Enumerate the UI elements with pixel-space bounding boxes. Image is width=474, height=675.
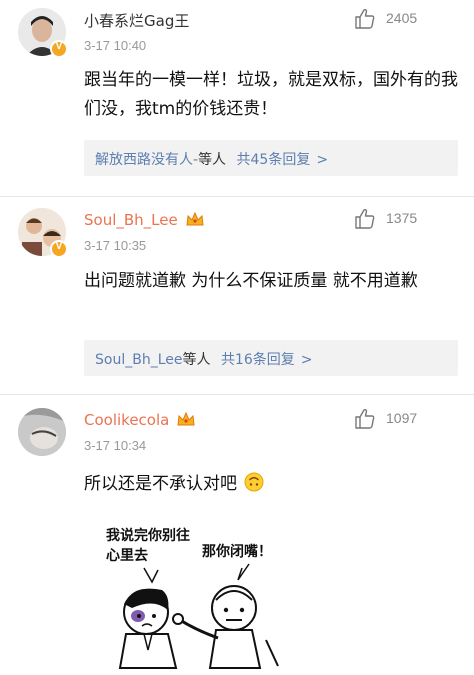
meme-image[interactable]: 我说完你别往心里去 那你闭嘴！ <box>84 520 304 670</box>
timestamp: 3-17 10:40 <box>84 38 147 53</box>
timestamp: 3-17 10:35 <box>84 238 147 253</box>
crown-icon <box>185 212 204 226</box>
thumbs-up-icon <box>355 8 375 29</box>
comment-text: 跟当年的一模一样！垃圾，就是双标，国外有的我们没，我tm的价钱还贵！ <box>84 70 458 119</box>
reply-names[interactable]: 解放西路没有人- <box>95 152 198 168</box>
like-button[interactable]: 1375 <box>354 208 464 230</box>
reply-suffix: 等人 <box>182 352 211 368</box>
reply-names[interactable]: Soul_Bh_Lee <box>95 352 182 368</box>
reply-summary[interactable]: 解放西路没有人-等人 共45条回复 > <box>84 140 458 176</box>
crown-icon <box>177 412 195 426</box>
avatar[interactable] <box>18 408 66 456</box>
like-count: 2405 <box>386 10 418 26</box>
like-button[interactable]: 2405 <box>354 8 464 30</box>
divider <box>0 394 474 395</box>
verified-badge-icon <box>50 240 68 258</box>
reply-summary[interactable]: Soul_Bh_Lee等人 共16条回复 > <box>84 340 458 376</box>
reply-count[interactable]: 共45条回复 <box>237 152 311 168</box>
chevron-right-icon: > <box>300 352 313 368</box>
like-button[interactable]: 1097 <box>354 408 464 430</box>
verified-badge-icon <box>50 40 68 58</box>
upside-down-smile-emoji <box>244 472 264 492</box>
reply-suffix: 等人 <box>198 152 227 168</box>
comment-text: 出问题就道歉 为什么不保证质量 就不用道歉 <box>84 271 418 291</box>
like-count: 1375 <box>386 210 418 226</box>
thumbs-up-icon <box>355 208 375 229</box>
username[interactable]: Soul_Bh_Lee <box>84 211 204 229</box>
chevron-right-icon: > <box>316 152 329 168</box>
thumbs-up-icon <box>355 408 375 429</box>
timestamp: 3-17 10:34 <box>84 438 147 453</box>
meme-illustration <box>118 563 279 669</box>
comment-text: 所以还是不承认对吧 <box>84 470 459 499</box>
username[interactable]: 小春系烂Gag王 <box>84 10 189 31</box>
username[interactable]: Coolikecola <box>84 411 195 429</box>
reply-count[interactable]: 共16条回复 <box>221 352 295 368</box>
like-count: 1097 <box>386 410 418 426</box>
divider <box>0 196 474 197</box>
